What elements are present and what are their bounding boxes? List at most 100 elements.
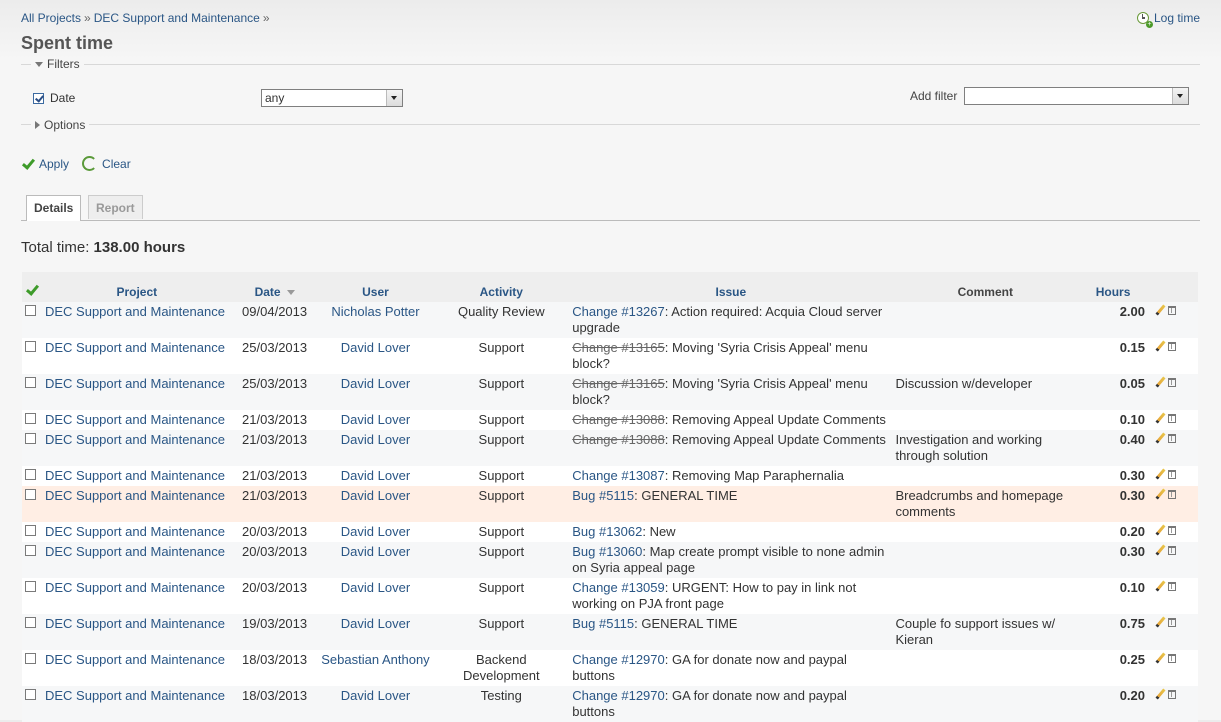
row-issue-link[interactable]: Change #12970 (572, 688, 665, 703)
delete-trash-icon[interactable] (1168, 526, 1177, 535)
row-checkbox[interactable] (25, 341, 36, 352)
row-checkbox[interactable] (25, 581, 36, 592)
row-issue-link[interactable]: Change #12970 (572, 652, 665, 667)
delete-trash-icon[interactable] (1168, 342, 1177, 351)
sort-project[interactable]: Project (116, 285, 157, 299)
delete-trash-icon[interactable] (1168, 470, 1177, 479)
row-issue-link[interactable]: Change #13059 (572, 580, 665, 595)
row-checkbox[interactable] (25, 689, 36, 700)
row-user-link[interactable]: Nicholas Potter (331, 304, 419, 319)
edit-pencil-icon[interactable] (1155, 468, 1166, 480)
date-operator-select[interactable]: any (261, 89, 403, 107)
clear-button[interactable]: Clear (102, 157, 131, 171)
row-issue-link[interactable]: Bug #13062 (572, 524, 642, 539)
row-checkbox[interactable] (25, 377, 36, 388)
row-project-link[interactable]: DEC Support and Maintenance (45, 468, 225, 483)
delete-trash-icon[interactable] (1168, 546, 1177, 555)
row-project-link[interactable]: DEC Support and Maintenance (45, 432, 225, 447)
row-project-link[interactable]: DEC Support and Maintenance (45, 524, 225, 539)
sort-issue[interactable]: Issue (715, 285, 746, 299)
row-issue-link[interactable]: Change #13087 (572, 468, 665, 483)
delete-trash-icon[interactable] (1168, 306, 1177, 315)
row-issue-link[interactable]: Bug #5115 (572, 616, 634, 631)
options-legend[interactable]: Options (31, 118, 90, 132)
filters-legend[interactable]: Filters (31, 57, 84, 71)
row-checkbox[interactable] (25, 525, 36, 536)
edit-pencil-icon[interactable] (1155, 652, 1166, 664)
table-row[interactable]: DEC Support and Maintenance 18/03/2013 Seb… (22, 650, 1198, 686)
row-issue-link[interactable]: Change #13088 (572, 412, 665, 427)
sort-user[interactable]: User (362, 285, 389, 299)
delete-trash-icon[interactable] (1168, 490, 1177, 499)
log-time-label[interactable]: Log time (1154, 11, 1200, 25)
table-row[interactable]: DEC Support and Maintenance 21/03/2013 Dav… (22, 410, 1198, 430)
row-issue-link[interactable]: Change #13165 (572, 340, 665, 355)
sort-hours[interactable]: Hours (1096, 285, 1131, 299)
row-checkbox[interactable] (25, 653, 36, 664)
edit-pencil-icon[interactable] (1155, 376, 1166, 388)
row-user-link[interactable]: David Lover (341, 340, 410, 355)
tab-report[interactable]: Report (88, 195, 143, 219)
table-row[interactable]: DEC Support and Maintenance 20/03/2013 Dav… (22, 522, 1198, 542)
apply-button[interactable]: Apply (39, 157, 69, 171)
row-user-link[interactable]: David Lover (341, 376, 410, 391)
table-row[interactable]: DEC Support and Maintenance 21/03/2013 Dav… (22, 430, 1198, 466)
sort-date[interactable]: Date (255, 285, 281, 299)
sort-activity[interactable]: Activity (480, 285, 523, 299)
row-project-link[interactable]: DEC Support and Maintenance (45, 488, 225, 503)
delete-trash-icon[interactable] (1168, 378, 1177, 387)
row-issue-link[interactable]: Change #13267 (572, 304, 665, 319)
row-project-link[interactable]: DEC Support and Maintenance (45, 616, 225, 631)
row-issue-link[interactable]: Bug #5115 (572, 488, 634, 503)
row-user-link[interactable]: David Lover (341, 432, 410, 447)
row-checkbox[interactable] (25, 489, 36, 500)
select-all-check-icon[interactable] (25, 284, 38, 296)
row-user-link[interactable]: David Lover (341, 580, 410, 595)
add-filter-select[interactable] (964, 87, 1189, 105)
table-row[interactable]: DEC Support and Maintenance 09/04/2013 Nic… (22, 302, 1198, 338)
table-row[interactable]: DEC Support and Maintenance 18/03/2013 Dav… (22, 686, 1198, 722)
delete-trash-icon[interactable] (1168, 654, 1177, 663)
delete-trash-icon[interactable] (1168, 434, 1177, 443)
date-filter-checkbox[interactable] (33, 92, 44, 104)
row-checkbox[interactable] (25, 545, 36, 556)
table-row[interactable]: DEC Support and Maintenance 20/03/2013 Dav… (22, 542, 1198, 578)
edit-pencil-icon[interactable] (1155, 488, 1166, 500)
row-project-link[interactable]: DEC Support and Maintenance (45, 580, 225, 595)
log-time-link[interactable]: + Log time (1136, 11, 1200, 28)
row-project-link[interactable]: DEC Support and Maintenance (45, 340, 225, 355)
row-project-link[interactable]: DEC Support and Maintenance (45, 412, 225, 427)
row-user-link[interactable]: David Lover (341, 544, 410, 559)
edit-pencil-icon[interactable] (1155, 580, 1166, 592)
breadcrumb-project[interactable]: DEC Support and Maintenance (94, 11, 260, 25)
row-user-link[interactable]: David Lover (341, 616, 410, 631)
row-user-link[interactable]: David Lover (341, 688, 410, 703)
row-project-link[interactable]: DEC Support and Maintenance (45, 304, 225, 319)
row-project-link[interactable]: DEC Support and Maintenance (45, 652, 225, 667)
row-issue-link[interactable]: Change #13165 (572, 376, 665, 391)
row-checkbox[interactable] (25, 433, 36, 444)
edit-pencil-icon[interactable] (1155, 688, 1166, 700)
row-project-link[interactable]: DEC Support and Maintenance (45, 376, 225, 391)
row-checkbox[interactable] (25, 413, 36, 424)
row-checkbox[interactable] (25, 305, 36, 316)
tab-details[interactable]: Details (26, 195, 82, 221)
row-issue-link[interactable]: Bug #13060 (572, 544, 642, 559)
row-user-link[interactable]: David Lover (341, 468, 410, 483)
table-row[interactable]: DEC Support and Maintenance 25/03/2013 Dav… (22, 338, 1198, 374)
table-row[interactable]: DEC Support and Maintenance 21/03/2013 Dav… (22, 466, 1198, 486)
table-row[interactable]: DEC Support and Maintenance 25/03/2013 Dav… (22, 374, 1198, 410)
edit-pencil-icon[interactable] (1155, 412, 1166, 424)
delete-trash-icon[interactable] (1168, 690, 1177, 699)
delete-trash-icon[interactable] (1168, 618, 1177, 627)
edit-pencil-icon[interactable] (1155, 340, 1166, 352)
edit-pencil-icon[interactable] (1155, 616, 1166, 628)
delete-trash-icon[interactable] (1168, 414, 1177, 423)
row-user-link[interactable]: David Lover (341, 524, 410, 539)
table-row[interactable]: DEC Support and Maintenance 21/03/2013 Dav… (22, 486, 1198, 522)
row-user-link[interactable]: Sebastian Anthony (321, 652, 429, 667)
row-issue-link[interactable]: Change #13088 (572, 432, 665, 447)
edit-pencil-icon[interactable] (1155, 432, 1166, 444)
row-checkbox[interactable] (25, 617, 36, 628)
delete-trash-icon[interactable] (1168, 582, 1177, 591)
